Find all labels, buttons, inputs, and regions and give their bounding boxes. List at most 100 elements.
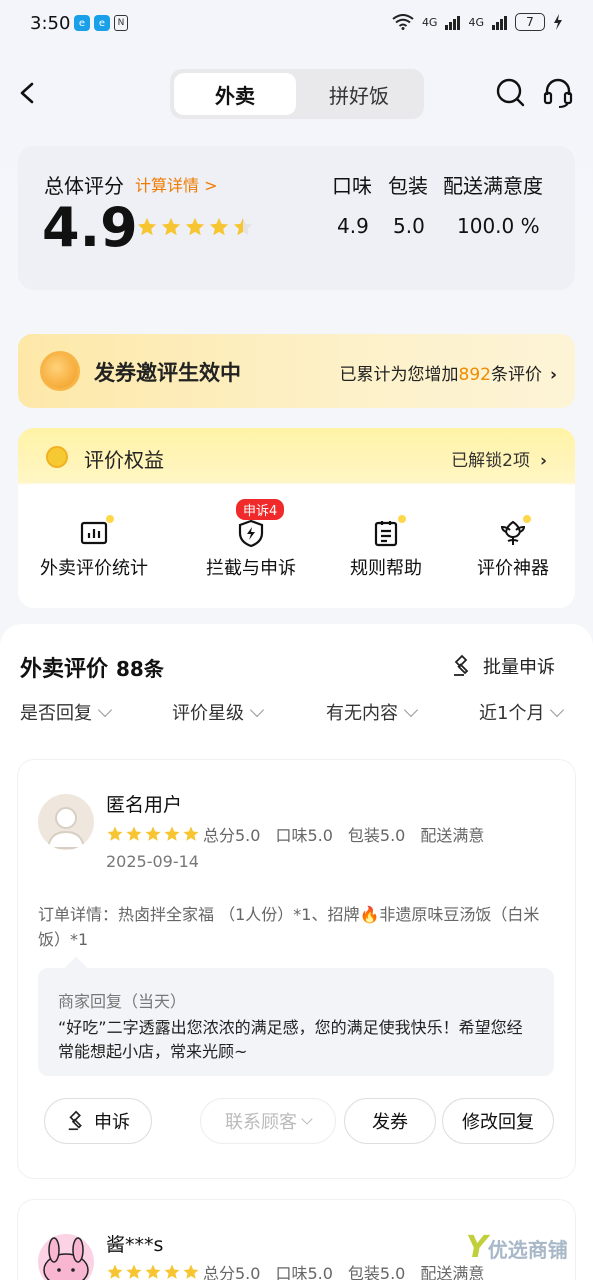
coupon-invite-banner[interactable]: 发券邀评生效中 已累计为您增加892条评价 ›	[18, 334, 575, 408]
star-icon	[145, 826, 161, 841]
star-icon	[209, 217, 229, 236]
desc-prefix: 已累计为您增加	[339, 365, 459, 385]
filter-bar: 是否回复 评价星级 有无内容 近1个月	[0, 699, 593, 729]
tab-takeout[interactable]: 外卖	[174, 73, 296, 115]
coupon-banner-title: 发券邀评生效中	[94, 361, 241, 385]
tool-intercept-appeal[interactable]: 拦截与申诉	[206, 518, 296, 580]
contact-customer-button[interactable]: 联系顾客	[200, 1098, 336, 1144]
filter-label: 是否回复	[20, 703, 92, 724]
review-stars	[106, 1263, 200, 1280]
package-score: 包装5.0	[347, 826, 406, 845]
star-icon	[137, 217, 157, 236]
rights-title: 评价权益	[84, 448, 164, 472]
unlock-text: 已解锁2项	[451, 451, 530, 471]
metric-label-taste: 口味	[332, 174, 372, 198]
coin-icon	[40, 351, 80, 391]
merchant-reply: 商家回复（当天） “好吃”二字透露出您浓浓的满足感，您的满足使我快乐！希望您经常…	[38, 956, 554, 1076]
overall-score-label: 总体评分	[44, 174, 124, 198]
metric-value-taste: 4.9	[337, 214, 369, 238]
star-icon	[183, 1264, 199, 1279]
tool-label: 拦截与申诉	[206, 558, 296, 579]
filter-star[interactable]: 评价星级	[172, 699, 265, 725]
coin-icon	[46, 446, 68, 468]
watermark-logo: Y	[466, 1230, 488, 1265]
star-icon	[161, 217, 181, 236]
taste-score: 口味5.0	[275, 1264, 333, 1280]
filter-label: 评价星级	[172, 703, 244, 724]
edit-reply-label: 修改回复	[462, 1112, 534, 1133]
star-icon	[233, 217, 253, 236]
rights-tools: 外卖评价统计 拦截与申诉 规则帮助 评价神器 申诉4	[18, 484, 575, 608]
chevron-down-icon	[97, 702, 113, 717]
reply-title: 商家回复（当天）	[58, 992, 187, 1011]
tool-label: 规则帮助	[350, 558, 422, 579]
review-scores: 总分5.0 口味5.0 包装5.0 配送满意	[106, 822, 484, 846]
bunny-avatar-icon	[43, 1237, 89, 1280]
tab-group-meal[interactable]: 拼好饭	[298, 73, 420, 115]
send-coupon-button[interactable]: 发券	[344, 1098, 436, 1144]
appeal-count-badge: 申诉4	[236, 499, 285, 520]
review-card: 匿名用户 总分5.0 口味5.0 包装5.0 配送满意 2025-09-14 订…	[18, 760, 575, 1178]
network-label: 4G	[468, 15, 484, 29]
review-list-header: 外卖评价 88条	[20, 651, 164, 683]
star-icon	[126, 1264, 142, 1279]
browser-icon: e	[74, 15, 90, 31]
batch-appeal-button[interactable]: 批量申诉	[451, 653, 555, 679]
avatar	[38, 794, 94, 850]
filter-replied[interactable]: 是否回复	[20, 699, 113, 725]
search-icon[interactable]	[494, 76, 526, 108]
rights-unlock-link[interactable]: 已解锁2项 ›	[451, 446, 547, 471]
review-scores: 总分5.0 口味5.0 包装5.0 配送满意	[106, 1260, 484, 1280]
filter-label: 近1个月	[479, 703, 545, 724]
status-right: 4G 4G 7	[392, 13, 563, 31]
tool-label: 评价神器	[477, 558, 549, 579]
chart-icon	[80, 521, 108, 545]
new-dot	[106, 515, 114, 523]
chevron-right-icon: ›	[539, 451, 547, 471]
star-icon	[107, 826, 123, 841]
filter-label: 有无内容	[326, 703, 398, 724]
tool-review-helper[interactable]: 评价神器	[477, 515, 549, 580]
avatar	[38, 1234, 94, 1280]
battery-icon: 7	[515, 13, 545, 31]
delivery-score: 配送满意	[420, 826, 485, 845]
filter-content[interactable]: 有无内容	[326, 699, 419, 725]
reply-content: “好吃”二字透露出您浓浓的满足感，您的满足使我快乐！希望您经常能想起小店，常来光…	[58, 1018, 523, 1061]
tool-label: 外卖评价统计	[40, 558, 148, 579]
filter-period[interactable]: 近1个月	[479, 699, 565, 725]
batch-appeal-label: 批量申诉	[483, 657, 555, 678]
review-list-title: 外卖评价	[20, 657, 109, 682]
overall-stars	[136, 216, 254, 238]
review-count: 88条	[116, 657, 164, 681]
reviewer-name: 酱***s	[106, 1234, 164, 1256]
chevron-down-icon	[403, 702, 419, 717]
star-icon	[164, 826, 180, 841]
network-label: 4G	[421, 15, 438, 29]
star-icon	[185, 217, 205, 236]
star-icon	[126, 826, 142, 841]
tool-review-stats[interactable]: 外卖评价统计	[40, 515, 148, 580]
gavel-icon	[454, 654, 469, 676]
metric-value-package: 5.0	[393, 214, 425, 238]
chevron-down-icon	[550, 702, 565, 717]
wifi-icon	[392, 14, 414, 30]
status-time: 3:50	[30, 13, 71, 34]
clipboard-icon	[374, 521, 398, 547]
back-icon[interactable]	[16, 78, 40, 108]
headset-icon[interactable]	[542, 76, 574, 108]
signal-icon	[492, 14, 507, 30]
order-detail: 订单详情：热卤拌全家福 （1人份）*1、招牌🔥非遗原味豆汤饭（白米饭）*1	[38, 905, 540, 949]
coupon-banner-desc: 已累计为您增加892条评价 ›	[340, 360, 557, 385]
chevron-right-icon: ›	[549, 365, 557, 385]
appeal-button[interactable]: 申诉	[44, 1098, 152, 1144]
star-icon	[164, 1264, 180, 1279]
rights-panel: 评价权益 已解锁2项 › 外卖评价统计 拦截与申诉 规则帮助 评价神器 申诉4	[18, 428, 575, 608]
edit-reply-button[interactable]: 修改回复	[442, 1098, 554, 1144]
review-date: 2025-09-14	[106, 852, 199, 871]
calc-detail-link[interactable]: 计算详情 >	[135, 172, 218, 196]
total-score: 总分5.0	[203, 826, 261, 845]
chevron-down-icon	[249, 702, 265, 717]
star-icon	[183, 826, 199, 841]
tool-rules-help[interactable]: 规则帮助	[350, 515, 422, 580]
metric-label-package: 包装	[388, 174, 428, 198]
